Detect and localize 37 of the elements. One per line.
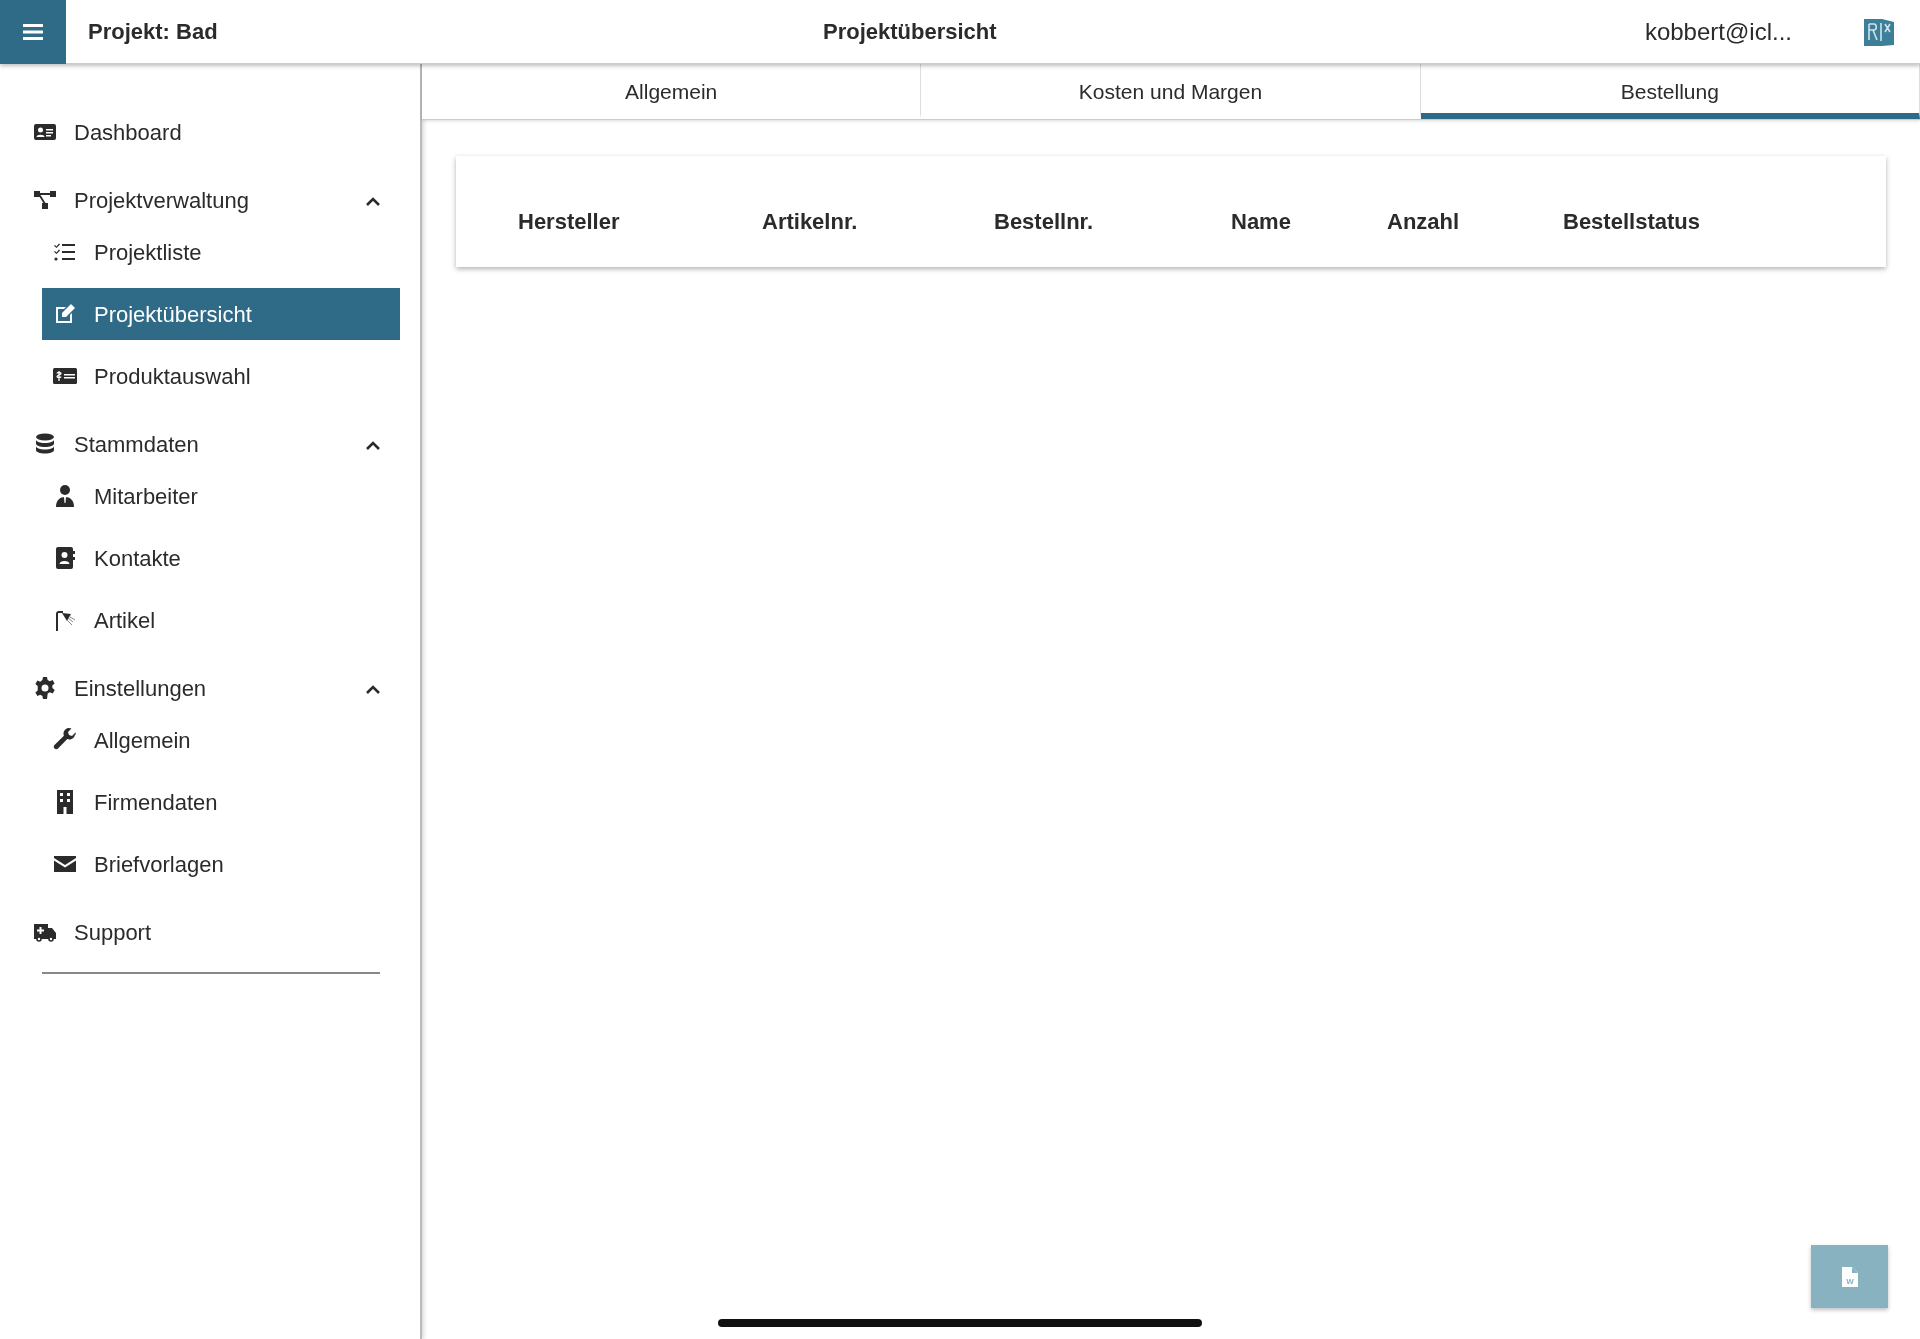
database-icon xyxy=(33,432,57,456)
word-file-icon: W xyxy=(1841,1266,1858,1287)
sidebar-item[interactable]: Dashboard xyxy=(0,106,420,158)
project-title: Projekt: Bad xyxy=(88,18,219,46)
column-header: Bestellstatus xyxy=(1563,208,1701,236)
sidebar-item[interactable]: Firmendaten xyxy=(42,776,400,828)
sidebar-item[interactable]: Support xyxy=(0,906,420,958)
column-header: Artikelnr. xyxy=(762,208,859,236)
user-email[interactable]: kobbert@icl... xyxy=(1644,13,1792,50)
tab[interactable]: Allgemein xyxy=(422,64,922,119)
sidebar-item[interactable]: Produktauswahl xyxy=(42,350,400,402)
tab[interactable]: Kosten und Margen xyxy=(921,64,1421,119)
sidebar-item[interactable]: Projektübersicht xyxy=(42,288,400,340)
wrench-icon xyxy=(53,728,77,752)
sidebar-item[interactable]: Einstellungen xyxy=(0,662,420,714)
sidebar-item[interactable]: Projektliste xyxy=(42,226,400,278)
page-title: Projektübersicht xyxy=(823,18,997,46)
column-header: Hersteller xyxy=(518,208,621,236)
sidebar-item[interactable]: Mitarbeiter xyxy=(42,470,400,522)
sidebar-item[interactable]: Projektverwaltung xyxy=(0,174,420,226)
sidebar-item[interactable]: Kontakte xyxy=(42,532,400,584)
sidebar-item[interactable]: Briefvorlagen xyxy=(42,838,400,890)
menu-icon xyxy=(23,22,43,41)
edit-icon xyxy=(53,302,77,326)
shower-icon xyxy=(53,608,77,632)
column-header: Bestellnr. xyxy=(994,208,1095,236)
menu-button[interactable] xyxy=(0,0,66,64)
tab[interactable]: Bestellung xyxy=(1420,64,1920,119)
column-header: Anzahl xyxy=(1387,208,1461,236)
sidebar-item[interactable]: Artikel xyxy=(42,594,400,646)
settings-icon xyxy=(33,676,57,700)
sidebar-item[interactable]: Allgemein xyxy=(42,714,400,766)
hierarchy-icon xyxy=(33,188,57,212)
sidebar-item[interactable]: Stammdaten xyxy=(0,418,420,470)
person-icon xyxy=(53,484,77,508)
contact-book-icon xyxy=(53,546,77,570)
column-header: Name xyxy=(1231,208,1292,236)
